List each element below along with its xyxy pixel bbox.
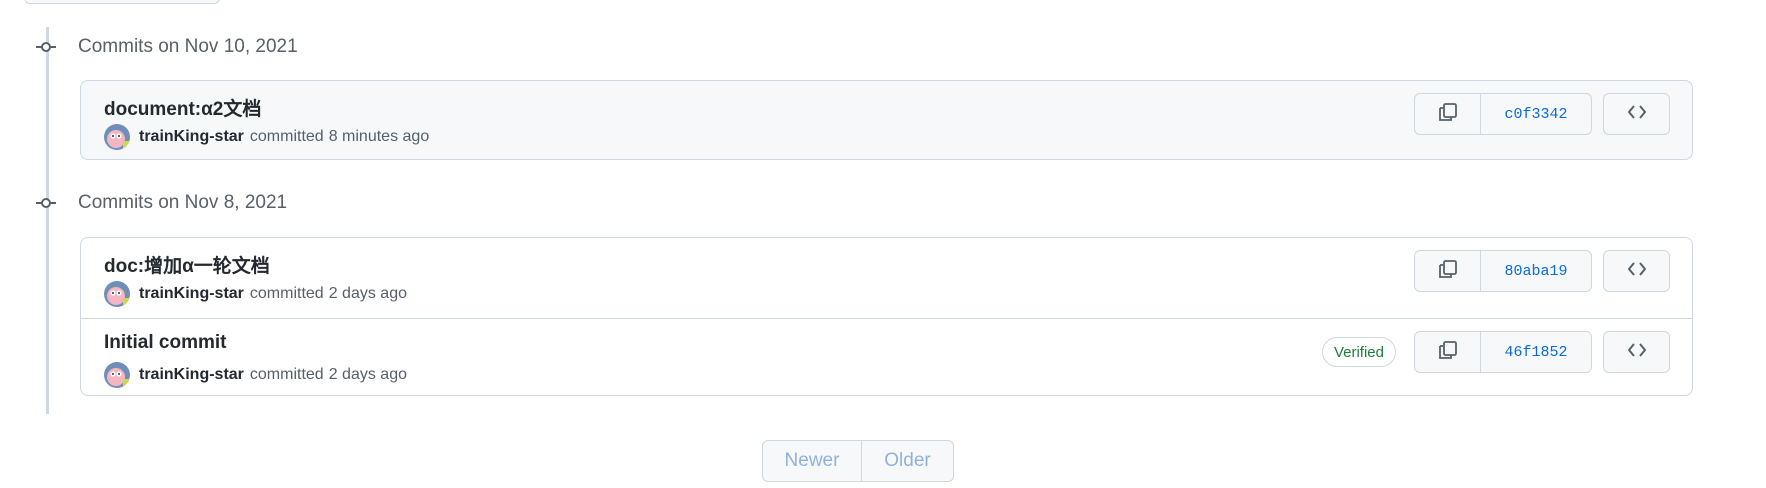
commit-list: document:α2文档 trainKing-star committed 8… [80, 80, 1693, 160]
commit-row: doc:增加α一轮文档 trainKing-star committed 2 d… [81, 238, 1692, 318]
commit-group-header: Commits on Nov 8, 2021 [36, 192, 287, 214]
copy-icon [1438, 259, 1458, 284]
browse-repo-button[interactable] [1603, 331, 1670, 373]
older-button[interactable]: Older [862, 441, 953, 481]
copy-icon [1438, 102, 1458, 127]
commit-action: committed [249, 128, 324, 145]
commit-message-link[interactable]: document:α2文档 [104, 94, 261, 121]
newer-button[interactable]: Newer [763, 441, 862, 481]
browse-repo-button[interactable] [1603, 93, 1670, 135]
commit-meta: trainKing-star committed 8 minutes ago [104, 123, 434, 151]
sha-button-group: 80aba19 [1414, 250, 1592, 292]
commit-list: doc:增加α一轮文档 trainKing-star committed 2 d… [80, 237, 1693, 396]
commit-action: committed [249, 366, 324, 383]
copy-sha-button[interactable] [1415, 251, 1481, 291]
commit-sha-link[interactable]: 46f1852 [1481, 332, 1591, 372]
commit-time: 8 minutes ago [328, 128, 430, 145]
commit-meta: trainKing-star committed 2 days ago [104, 361, 412, 389]
commit-time: 2 days ago [328, 285, 407, 302]
commit-actions: c0f3342 [1414, 93, 1670, 135]
git-commit-icon [36, 37, 56, 57]
sha-button-group: c0f3342 [1414, 93, 1592, 135]
avatar[interactable] [104, 362, 130, 388]
previous-control-edge [24, 0, 220, 4]
verified-badge[interactable]: Verified [1321, 337, 1396, 367]
git-commit-icon [36, 193, 56, 213]
commit-author-link[interactable]: trainKing-star [139, 285, 244, 303]
copy-sha-button[interactable] [1415, 94, 1481, 134]
commit-author-link[interactable]: trainKing-star [139, 128, 244, 146]
commit-author-link[interactable]: trainKing-star [139, 366, 244, 384]
commit-message-link[interactable]: doc:增加α一轮文档 [104, 251, 270, 278]
commit-meta: trainKing-star committed 2 days ago [104, 280, 412, 308]
commit-actions: Verified 46f1852 [1321, 331, 1670, 373]
code-icon [1627, 261, 1647, 282]
sha-button-group: 46f1852 [1414, 331, 1592, 373]
copy-sha-button[interactable] [1415, 332, 1481, 372]
commit-row: document:α2文档 trainKing-star committed 8… [81, 81, 1692, 159]
browse-repo-button[interactable] [1603, 250, 1670, 292]
commit-group-header: Commits on Nov 10, 2021 [36, 36, 298, 58]
commit-group-title: Commits on Nov 8, 2021 [78, 192, 288, 213]
commit-message-link[interactable]: Initial commit [104, 332, 226, 354]
commits-page: Commits on Nov 10, 2021 document:α2文档 tr… [0, 0, 1766, 488]
commit-time: 2 days ago [328, 366, 407, 383]
commit-actions: 80aba19 [1414, 250, 1670, 292]
avatar[interactable] [104, 124, 130, 150]
commit-sha-link[interactable]: c0f3342 [1481, 94, 1591, 134]
pagination: Newer Older [762, 440, 954, 482]
commit-row: Initial commit trainKing-star committed [81, 318, 1692, 395]
copy-icon [1438, 340, 1458, 365]
code-icon [1627, 104, 1647, 125]
avatar[interactable] [104, 281, 130, 307]
commit-sha-link[interactable]: 80aba19 [1481, 251, 1591, 291]
commit-action: committed [249, 285, 324, 302]
commit-group-title: Commits on Nov 10, 2021 [78, 36, 298, 57]
code-icon [1627, 342, 1647, 363]
timeline-line [46, 27, 49, 414]
